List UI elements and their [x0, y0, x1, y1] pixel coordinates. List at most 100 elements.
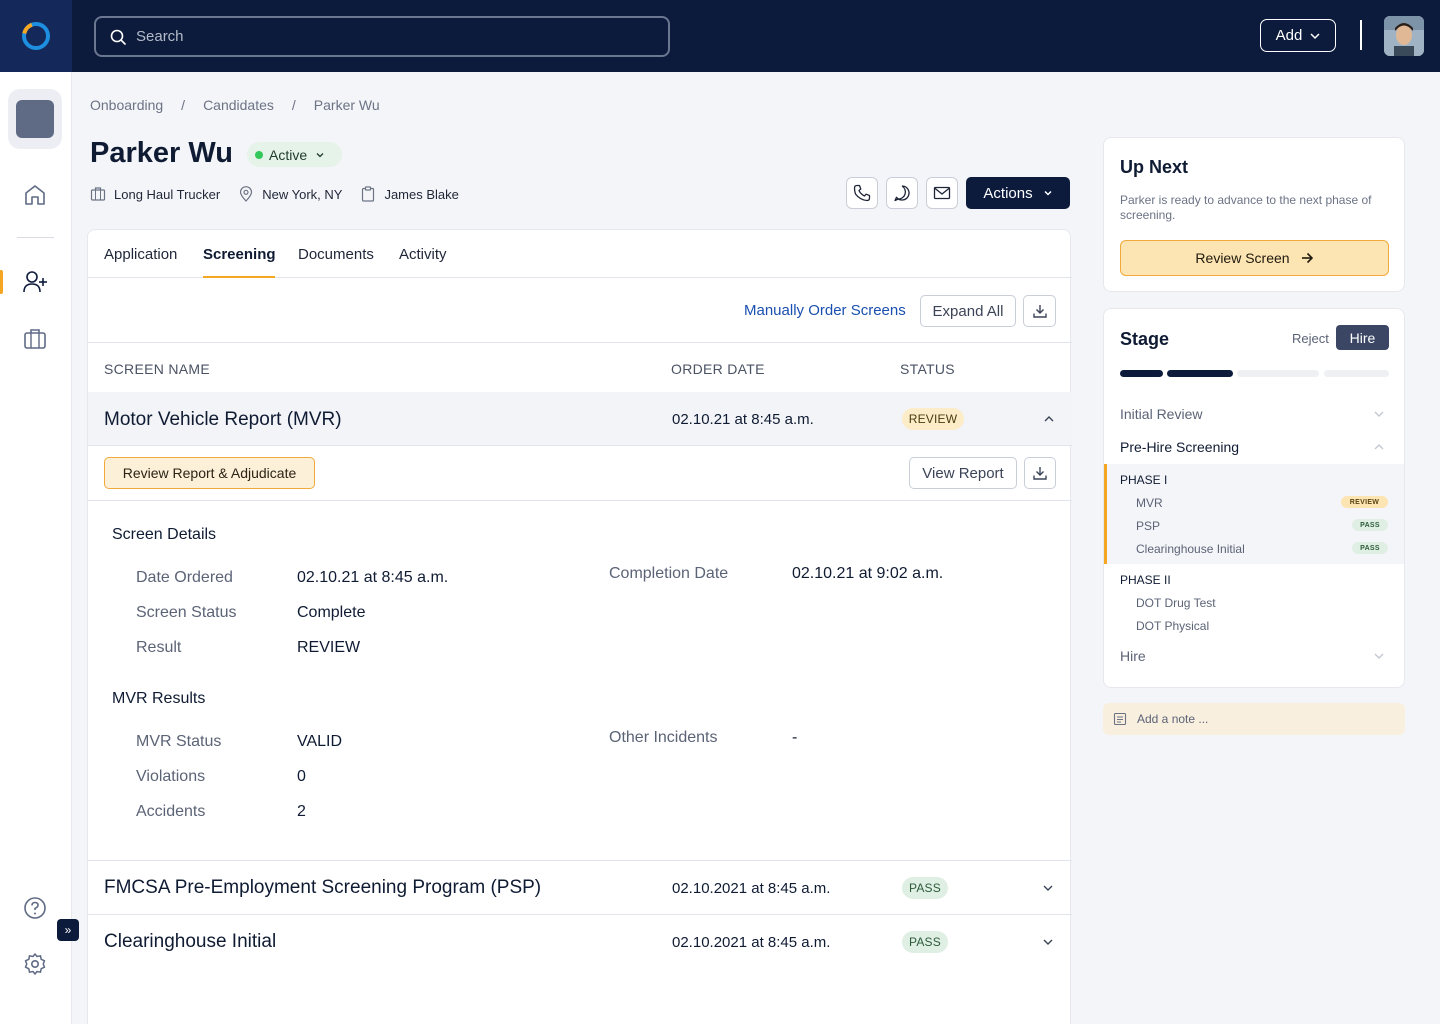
meta-role-text: Long Haul Trucker	[114, 186, 221, 202]
sidebar-collapse-button[interactable]: »	[57, 919, 79, 941]
breadcrumb-onboarding[interactable]: Onboarding	[90, 97, 163, 113]
screen-order-date: 02.10.21 at 8:45 a.m.	[672, 411, 814, 428]
logo-icon	[22, 22, 50, 50]
tab-screening[interactable]: Screening	[203, 246, 276, 263]
phase-item[interactable]: MVR	[1136, 496, 1163, 510]
topbar-divider	[1360, 20, 1362, 50]
result-value: VALID	[297, 733, 343, 750]
add-button-label: Add	[1275, 27, 1303, 44]
phase-1-title: PHASE I	[1120, 473, 1168, 487]
sidebar-active-marker	[0, 270, 3, 294]
gear-icon	[24, 953, 46, 975]
sidebar-item-home[interactable]	[20, 180, 50, 210]
phone-icon	[853, 184, 871, 202]
screening-card: Application Screening Documents Activity…	[87, 229, 1072, 1024]
add-note-field[interactable]	[1103, 703, 1405, 735]
help-icon	[24, 897, 46, 919]
meta-location-text: New York, NY	[262, 186, 343, 202]
table-row-clearinghouse[interactable]: Clearinghouse Initial 02.10.2021 at 8:45…	[88, 915, 1072, 968]
phase-item[interactable]: PSP	[1136, 519, 1160, 533]
phase-item[interactable]: DOT Drug Test	[1136, 596, 1216, 610]
tab-activity[interactable]: Activity	[399, 246, 447, 263]
detail-label: Result	[136, 639, 182, 656]
download-report-button[interactable]	[1024, 457, 1056, 489]
review-screen-button[interactable]: Review Screen	[1120, 240, 1389, 276]
detail-value: 02.10.21 at 8:45 a.m.	[297, 569, 449, 586]
result-label: MVR Status	[136, 733, 222, 750]
active-tab-indicator	[203, 276, 275, 278]
workspace-icon	[16, 100, 54, 138]
avatar[interactable]	[1384, 16, 1424, 56]
up-next-title: Up Next	[1120, 157, 1189, 177]
tab-application[interactable]: Application	[104, 246, 177, 263]
message-button[interactable]	[886, 177, 918, 209]
detail-value: REVIEW	[297, 639, 361, 656]
chevron-up-icon[interactable]	[1043, 413, 1055, 425]
sidebar-item-jobs[interactable]	[20, 324, 50, 354]
up-next-text: Parker is ready to advance to the next p…	[1120, 193, 1372, 222]
meta-recruiter-text: James Blake	[384, 186, 459, 202]
chevron-down-icon	[1044, 190, 1052, 196]
app-logo[interactable]	[0, 0, 72, 72]
review-adjudicate-button[interactable]: Review Report & Adjudicate	[104, 457, 315, 489]
status-badge: REVIEW	[902, 408, 964, 430]
note-input[interactable]	[1137, 712, 1377, 726]
call-button[interactable]	[846, 177, 878, 209]
chevron-down-icon[interactable]	[1042, 882, 1054, 894]
progress-segment	[1324, 370, 1389, 377]
divider	[88, 342, 1072, 343]
screen-order-date: 02.10.2021 at 8:45 a.m.	[672, 880, 831, 897]
chevron-down-icon	[1374, 653, 1384, 659]
status-badge: PASS	[1352, 542, 1388, 554]
stage-card: Stage Reject Hire Initial Review Pre-Hir…	[1103, 308, 1405, 688]
actions-button[interactable]: Actions	[966, 177, 1070, 209]
chevron-down-icon	[1310, 32, 1320, 39]
progress-segment	[1237, 370, 1319, 377]
clipboard-icon	[362, 186, 375, 202]
status-dropdown[interactable]: Active	[247, 142, 342, 167]
phase-item[interactable]: DOT Physical	[1136, 619, 1209, 633]
user-plus-icon	[23, 271, 47, 293]
sidebar-workspace[interactable]	[8, 89, 62, 149]
download-all-button[interactable]	[1023, 295, 1056, 327]
breadcrumb-candidates[interactable]: Candidates	[203, 97, 274, 113]
detail-value: Complete	[297, 604, 366, 621]
status-label: Active	[269, 146, 308, 163]
breadcrumb-current: Parker Wu	[313, 97, 380, 113]
sidebar-item-settings[interactable]	[20, 949, 50, 979]
table-row-psp[interactable]: FMCSA Pre-Employment Screening Program (…	[88, 861, 1072, 914]
result-label: Accidents	[136, 803, 206, 820]
search-box[interactable]	[94, 16, 670, 57]
sidebar-item-candidates[interactable]	[20, 267, 50, 297]
hire-button[interactable]: Hire	[1336, 325, 1389, 350]
tab-documents[interactable]: Documents	[298, 246, 374, 263]
tab-bar: Application Screening Documents Activity	[88, 230, 1072, 278]
status-badge: PASS	[1352, 519, 1388, 531]
search-input[interactable]	[136, 28, 636, 45]
view-report-button[interactable]: View Report	[909, 457, 1017, 489]
chevron-down-icon[interactable]	[1042, 936, 1054, 948]
phase-item[interactable]: Clearinghouse Initial	[1136, 542, 1245, 556]
user-photo-icon	[1384, 16, 1424, 56]
expand-all-button[interactable]: Expand All	[920, 295, 1016, 327]
stage-item-label: Hire	[1120, 648, 1146, 664]
reject-button[interactable]: Reject	[1292, 331, 1329, 346]
completion-date-label: Completion Date	[609, 565, 729, 582]
status-dot	[255, 150, 263, 159]
actions-label: Actions	[983, 184, 1033, 202]
chat-icon	[894, 185, 910, 202]
chevron-down-icon	[1374, 411, 1384, 417]
screen-name: Clearinghouse Initial	[104, 931, 277, 952]
sidebar-item-help[interactable]	[20, 893, 50, 923]
add-button[interactable]: Add	[1260, 19, 1336, 52]
table-row-mvr[interactable]: Motor Vehicle Report (MVR) 02.10.21 at 8…	[88, 392, 1072, 446]
mail-icon	[933, 186, 951, 200]
email-button[interactable]	[926, 177, 958, 209]
screen-details-title: Screen Details	[112, 526, 217, 543]
result-label: Violations	[136, 768, 206, 785]
note-icon	[1113, 712, 1127, 726]
manually-order-screens-link[interactable]: Manually Order Screens	[744, 302, 906, 319]
breadcrumb-separator: /	[291, 97, 296, 113]
breadcrumb: Onboarding / Candidates / Parker Wu	[90, 97, 380, 113]
screen-order-date: 02.10.2021 at 8:45 a.m.	[672, 934, 831, 951]
